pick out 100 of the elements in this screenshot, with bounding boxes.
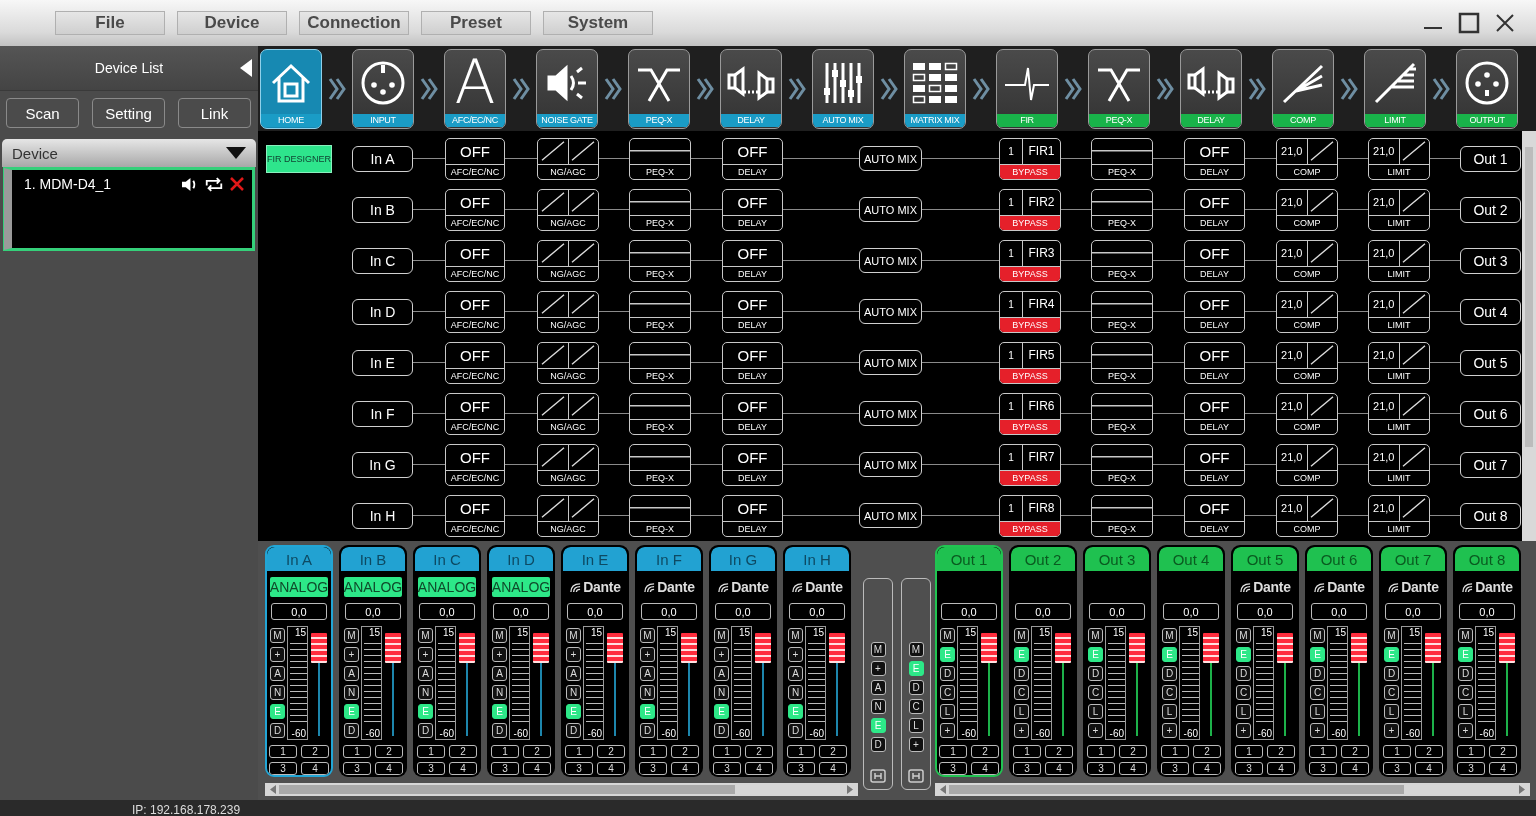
noise-gate-block[interactable]: NG/AGC <box>537 188 599 231</box>
gain-field[interactable]: 0,0 <box>1311 603 1367 620</box>
output-channel-button[interactable]: Out 1 <box>1460 145 1521 172</box>
mode-toggle[interactable]: M <box>566 628 581 643</box>
mode-toggle[interactable]: D <box>566 723 581 738</box>
gain-field[interactable]: 0,0 <box>345 603 401 620</box>
fader-knob[interactable] <box>385 633 401 663</box>
delay-block[interactable]: OFF DELAY <box>722 137 783 180</box>
route-button[interactable]: 1 <box>939 745 967 758</box>
fir-designer-button[interactable]: FIR DESIGNER <box>266 144 332 173</box>
channel-strip[interactable]: In H Dante 0,0 M + A N E D 15 -60 1 2 3 4 <box>783 545 851 777</box>
channel-strip[interactable]: Out 3 0,0 M E D C L + 15 -60 1 2 3 4 <box>1083 545 1151 777</box>
mode-toggle[interactable]: M <box>492 628 507 643</box>
afc-block[interactable]: OFF AFC/EC/NC <box>445 239 505 282</box>
route-button[interactable]: 3 <box>1161 762 1189 775</box>
peq-block[interactable]: PEQ-X <box>1091 392 1153 435</box>
peq-block[interactable]: PEQ-X <box>1091 494 1153 537</box>
mode-toggle[interactable]: + <box>344 647 359 662</box>
peq-block[interactable]: PEQ-X <box>629 137 691 180</box>
route-button[interactable]: 2 <box>1119 745 1147 758</box>
mode-toggle[interactable]: D <box>1162 666 1177 681</box>
afc-block[interactable]: OFF AFC/EC/NC <box>445 443 505 486</box>
peq-block[interactable]: PEQ-X <box>1091 137 1153 180</box>
channel-strip[interactable]: Out 8 Dante 0,0 M E D C L + 15 -60 1 2 3 4 <box>1453 545 1521 777</box>
mode-toggle[interactable]: A <box>418 666 433 681</box>
mode-toggle[interactable]: + <box>492 647 507 662</box>
output-channel-button[interactable]: Out 5 <box>1460 349 1521 376</box>
mode-toggle[interactable]: + <box>1088 723 1103 738</box>
mode-toggle[interactable]: M <box>1088 628 1103 643</box>
gain-field[interactable]: 0,0 <box>1459 603 1515 620</box>
mode-toggle[interactable]: A <box>714 666 729 681</box>
toolbar-button[interactable]: Link <box>178 98 251 128</box>
mode-toggle[interactable]: D <box>640 723 655 738</box>
auto-mix-button[interactable]: AUTO MIX <box>859 146 922 171</box>
compressor-block[interactable]: 21,0 COMP <box>1276 341 1338 384</box>
compressor-block[interactable]: 21,0 COMP <box>1276 137 1338 180</box>
route-button[interactable]: 2 <box>745 745 773 758</box>
route-button[interactable]: 3 <box>417 762 445 775</box>
mode-toggle[interactable]: M <box>1458 628 1473 643</box>
mode-toggle[interactable]: A <box>640 666 655 681</box>
mode-toggle[interactable]: D <box>344 723 359 738</box>
scroll-left-icon[interactable] <box>939 785 947 794</box>
mode-toggle[interactable]: M <box>1162 628 1177 643</box>
route-button[interactable]: 2 <box>597 745 625 758</box>
route-button[interactable]: 1 <box>417 745 445 758</box>
input-channel-button[interactable]: In A <box>352 145 413 172</box>
mode-toggle[interactable]: N <box>492 685 507 700</box>
route-button[interactable]: 1 <box>1087 745 1115 758</box>
peq-block[interactable]: PEQ-X <box>629 494 691 537</box>
mode-toggle[interactable]: D <box>788 723 803 738</box>
input-channel-button[interactable]: In B <box>352 196 413 223</box>
route-button[interactable]: 1 <box>1383 745 1411 758</box>
route-button[interactable]: 4 <box>819 762 847 775</box>
delay-block[interactable]: OFF DELAY <box>1184 239 1245 282</box>
scrollbar-thumb[interactable] <box>279 785 735 794</box>
menu-item[interactable]: Preset <box>421 11 531 35</box>
route-button[interactable]: 1 <box>343 745 371 758</box>
module-button[interactable]: A AFC/EC/NC <box>444 48 506 129</box>
route-button[interactable]: 3 <box>1087 762 1115 775</box>
fader-knob[interactable] <box>1351 633 1367 663</box>
gain-field[interactable]: 0,0 <box>271 603 327 620</box>
mode-toggle[interactable]: + <box>1384 723 1399 738</box>
route-button[interactable]: 3 <box>1235 762 1263 775</box>
mode-toggle[interactable]: C <box>1162 685 1177 700</box>
route-button[interactable]: 3 <box>343 762 371 775</box>
mode-toggle[interactable]: D <box>908 680 924 695</box>
delay-block[interactable]: OFF DELAY <box>722 290 783 333</box>
repeat-icon[interactable] <box>204 176 224 192</box>
mode-toggle[interactable]: D <box>1458 666 1473 681</box>
route-button[interactable]: 2 <box>819 745 847 758</box>
mode-toggle[interactable]: M <box>1236 628 1251 643</box>
peq-block[interactable]: PEQ-X <box>629 290 691 333</box>
mode-toggle[interactable]: C <box>1236 685 1251 700</box>
route-button[interactable]: 4 <box>971 762 999 775</box>
route-button[interactable]: 4 <box>1119 762 1147 775</box>
output-channel-button[interactable]: Out 3 <box>1460 247 1521 274</box>
compressor-block[interactable]: 21,0 COMP <box>1276 188 1338 231</box>
output-channel-button[interactable]: Out 6 <box>1460 400 1521 427</box>
gain-field[interactable]: 0,0 <box>1163 603 1219 620</box>
input-channel-button[interactable]: In F <box>352 400 413 427</box>
mode-toggle[interactable]: M <box>788 628 803 643</box>
mode-toggle[interactable]: L <box>1162 704 1177 719</box>
route-button[interactable]: 4 <box>1267 762 1295 775</box>
delay-block[interactable]: OFF DELAY <box>1184 188 1245 231</box>
mode-toggle[interactable]: D <box>1310 666 1325 681</box>
delay-block[interactable]: OFF DELAY <box>722 392 783 435</box>
channel-tab[interactable]: Out 3 <box>1085 547 1149 571</box>
route-button[interactable]: 4 <box>597 762 625 775</box>
route-button[interactable]: 2 <box>1489 745 1517 758</box>
scroll-left-icon[interactable] <box>269 785 277 794</box>
route-button[interactable]: 4 <box>1415 762 1443 775</box>
horizontal-scrollbar[interactable] <box>935 783 1530 796</box>
mode-toggle[interactable]: C <box>1088 685 1103 700</box>
input-channel-button[interactable]: In G <box>352 451 413 478</box>
mode-toggle[interactable]: A <box>344 666 359 681</box>
mode-toggle[interactable]: D <box>940 666 955 681</box>
route-button[interactable]: 1 <box>1235 745 1263 758</box>
channel-strip[interactable]: Out 5 Dante 0,0 M E D C L + 15 -60 1 2 3 4 <box>1231 545 1299 777</box>
scrollbar-thumb[interactable] <box>1525 147 1533 447</box>
mode-toggle[interactable]: D <box>418 723 433 738</box>
